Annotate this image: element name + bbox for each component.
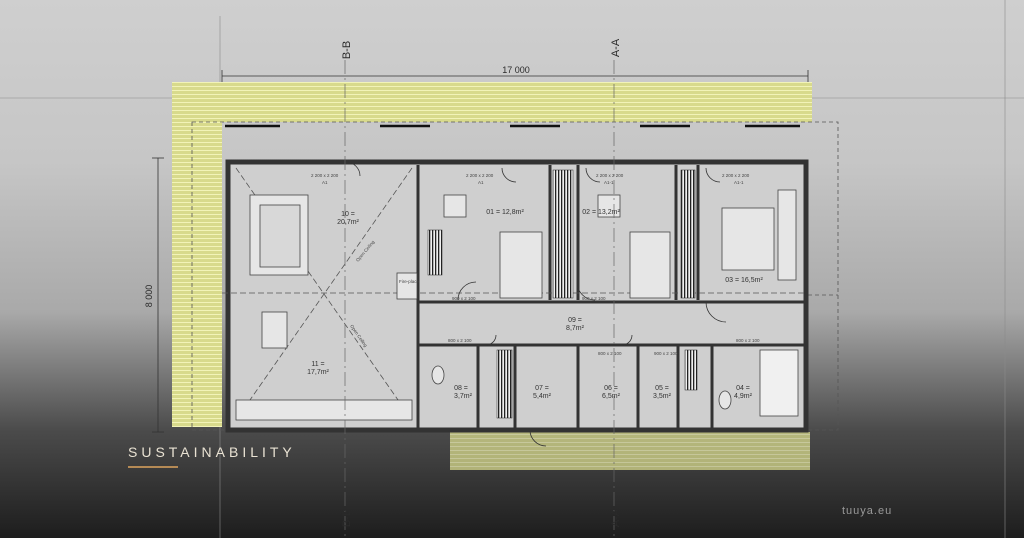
door-label-4: 800 x 2 100	[598, 351, 622, 356]
desk-01	[443, 194, 467, 218]
room-04-area: 4,9m²	[734, 393, 753, 400]
a1-label-3: A1-1	[604, 180, 614, 185]
shower-04	[759, 349, 799, 417]
room-05-area: 3,5m²	[653, 393, 672, 400]
room-10-id: 10 =	[341, 211, 355, 218]
a1-label-2: A1	[478, 180, 484, 185]
caption-underline	[128, 466, 178, 468]
room-09-id: 09 =	[568, 317, 582, 324]
window-label-a: 2 200 x 2 200	[311, 173, 339, 178]
room-11-id: 11 =	[311, 361, 324, 368]
wardrobe-03	[777, 189, 797, 281]
room-04-id: 04 =	[736, 385, 750, 392]
fireplace-label: Fire-place	[399, 279, 420, 284]
section-aa-top: A-A	[610, 38, 622, 57]
room-08-id: 08 =	[454, 385, 468, 392]
window-label-d: 2 200 x 2 200	[722, 173, 750, 178]
room-02: 02 = 13,2m²	[582, 209, 620, 216]
window-label-b: 2 200 x 2 200	[466, 173, 494, 178]
section-bb-bottom: B-B	[341, 509, 353, 527]
width-label: 17 000	[502, 65, 530, 75]
dining-table	[261, 311, 288, 349]
toilet-08	[431, 365, 445, 385]
room-11-area: 17,7m²	[307, 369, 329, 376]
room-08-area: 3,7m²	[454, 393, 473, 400]
room-09-area: 8,7m²	[566, 325, 585, 332]
door-label-6: 800 x 2 100	[736, 338, 760, 343]
dimension-width: 17 000	[221, 65, 809, 82]
room-05-id: 05 =	[655, 385, 669, 392]
room-06-area: 6,5m²	[602, 393, 621, 400]
toilet-04	[718, 390, 732, 410]
door-label-1: 900 x 2 100	[452, 296, 476, 301]
a1-label-4: A1-1	[734, 180, 744, 185]
fireplace	[396, 272, 418, 300]
door-label-5: 900 x 2 100	[654, 351, 678, 356]
depth-label: 8 000	[144, 285, 154, 308]
bed-03	[721, 207, 775, 271]
section-bb-top: B-B	[341, 41, 353, 59]
bed-01	[499, 231, 543, 299]
room-07-id: 07 =	[535, 385, 549, 392]
section-aa-bottom: A-A	[610, 508, 622, 527]
bed-02	[629, 231, 671, 299]
door-label-2: 900 x 2 100	[582, 296, 606, 301]
room-10-area: 20,7m²	[337, 219, 359, 226]
door-label-3: 800 x 2 100	[448, 338, 472, 343]
window-label-c: 2 200 x 2 200	[596, 173, 624, 178]
room-07-area: 5,4m²	[533, 393, 552, 400]
brand-watermark: tuuya.eu	[842, 505, 893, 517]
room-06-id: 06 =	[604, 385, 618, 392]
room-01: 01 = 12,8m²	[486, 209, 524, 216]
kitchen-counter	[235, 399, 413, 421]
a1-label-1: A1	[322, 180, 328, 185]
room-03: 03 = 16,5m²	[725, 277, 763, 284]
dimension-depth: 8 000	[144, 157, 164, 433]
section-caption: SUSTAINABILITY	[128, 444, 296, 460]
